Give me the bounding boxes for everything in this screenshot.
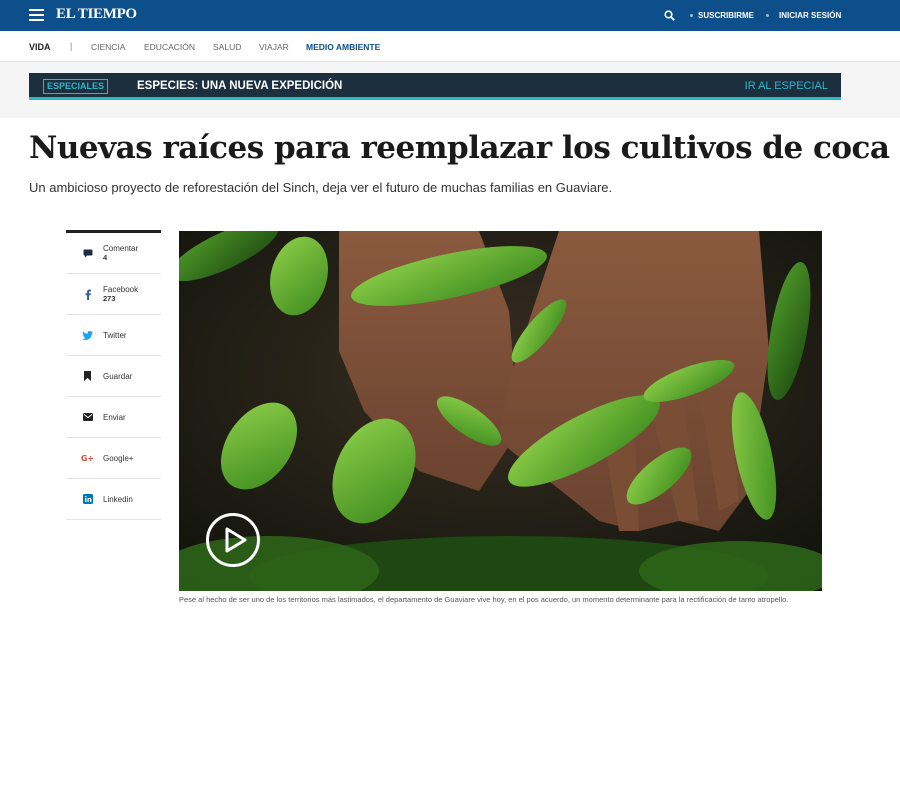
specials-title[interactable]: ESPECIES: UNA NUEVA EXPEDICIÓN — [137, 80, 342, 92]
share-count: 273 — [103, 294, 116, 303]
twitter-icon — [82, 330, 93, 341]
top-bar: EL TIEMPO SUSCRIBIRME INICIAR SESIÓN — [0, 0, 900, 31]
share-googleplus-button[interactable]: G+ Google+ — [66, 438, 161, 479]
share-bar: Comentar 4 Facebook 273 Twitter Guardar En… — [66, 230, 161, 520]
article-subtitle: Un ambicioso proyecto de reforestación d… — [29, 180, 613, 195]
hamburger-icon[interactable] — [29, 9, 44, 21]
nav-item-salud[interactable]: SALUD — [213, 42, 241, 52]
play-button[interactable] — [206, 513, 260, 567]
article-title: Nuevas raíces para reemplazar los cultiv… — [29, 130, 890, 166]
nav-item-viajar[interactable]: VIAJAR — [259, 42, 289, 52]
specials-banner[interactable]: ESPECIALES ESPECIES: UNA NUEVA EXPEDICIÓ… — [29, 73, 841, 100]
linkedin-icon — [82, 494, 93, 505]
share-label: Guardar — [103, 371, 133, 381]
share-email-button[interactable]: Enviar — [66, 397, 161, 438]
google-plus-icon: G+ — [80, 453, 95, 463]
specials-badge: ESPECIALES — [43, 79, 109, 94]
comment-icon — [82, 248, 93, 259]
share-label: Comentar — [103, 244, 139, 253]
bookmark-icon — [82, 371, 93, 382]
share-count: 4 — [103, 253, 108, 262]
share-save-button[interactable]: Guardar — [66, 356, 161, 397]
section-nav: VIDA | CIENCIA EDUCACIÓN SALUD VIAJAR ME… — [0, 31, 900, 62]
subscribe-link[interactable]: SUSCRIBIRME — [698, 0, 754, 31]
facebook-icon — [82, 289, 93, 300]
hero-illustration — [179, 231, 822, 591]
nav-item-medio-ambiente[interactable]: MEDIO AMBIENTE — [306, 42, 380, 52]
nav-item-ciencia[interactable]: CIENCIA — [91, 42, 125, 52]
share-twitter-button[interactable]: Twitter — [66, 315, 161, 356]
specials-link[interactable]: IR AL ESPECIAL — [745, 80, 828, 92]
share-label: Enviar — [103, 412, 126, 422]
share-label: Facebook — [103, 285, 139, 294]
nav-item-educacion[interactable]: EDUCACIÓN — [144, 42, 195, 52]
share-facebook-button[interactable]: Facebook 273 — [66, 274, 161, 315]
image-caption: Pese al hecho de ser uno de los territor… — [179, 595, 789, 604]
mail-icon — [82, 412, 93, 423]
article-hero-image[interactable] — [179, 231, 822, 591]
section-current[interactable]: VIDA — [29, 42, 51, 52]
share-comment-button[interactable]: Comentar 4 — [66, 233, 161, 274]
share-label: Twitter — [103, 330, 127, 340]
login-link[interactable]: INICIAR SESIÓN — [779, 0, 841, 31]
share-label: Google+ — [103, 453, 134, 463]
separator-dot — [766, 14, 769, 17]
separator-dot — [690, 14, 693, 17]
share-label: Linkedin — [103, 494, 133, 504]
search-icon[interactable] — [664, 10, 675, 21]
logo[interactable]: EL TIEMPO — [56, 6, 137, 23]
play-icon — [225, 527, 247, 553]
share-linkedin-button[interactable]: Linkedin — [66, 479, 161, 520]
nav-divider: | — [70, 41, 73, 51]
